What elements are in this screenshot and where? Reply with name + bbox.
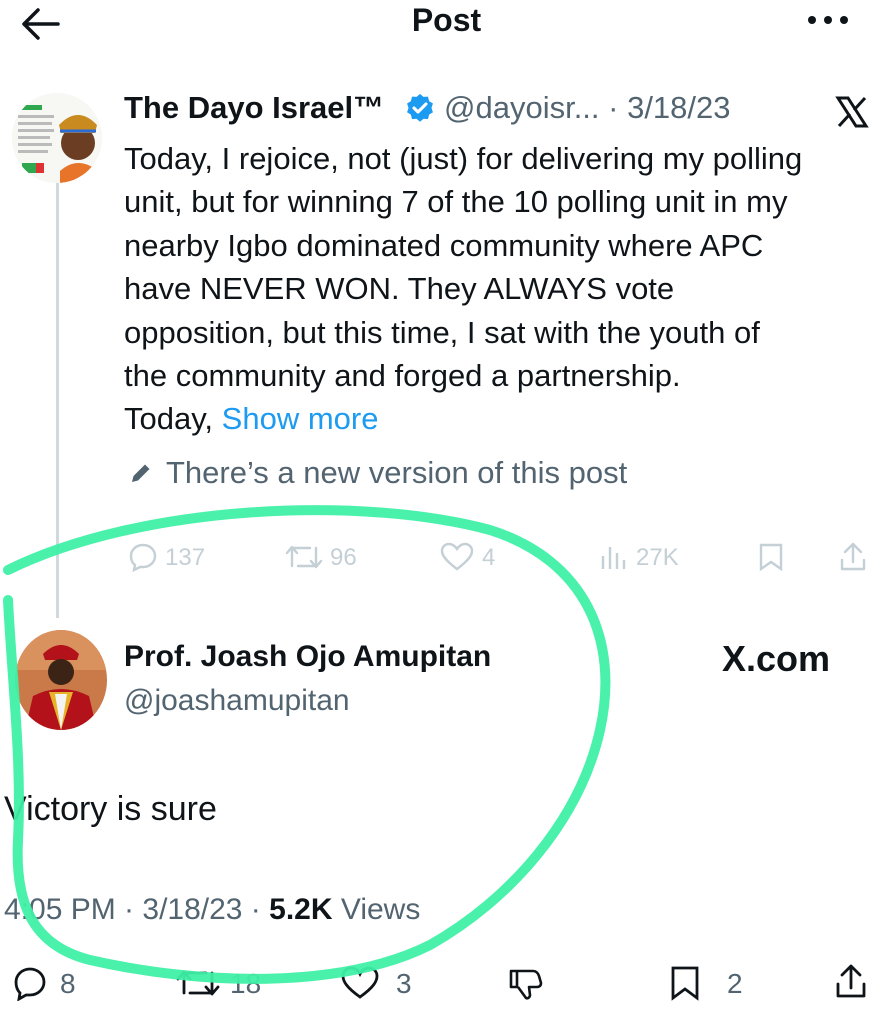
annotation-circle	[3, 505, 611, 984]
